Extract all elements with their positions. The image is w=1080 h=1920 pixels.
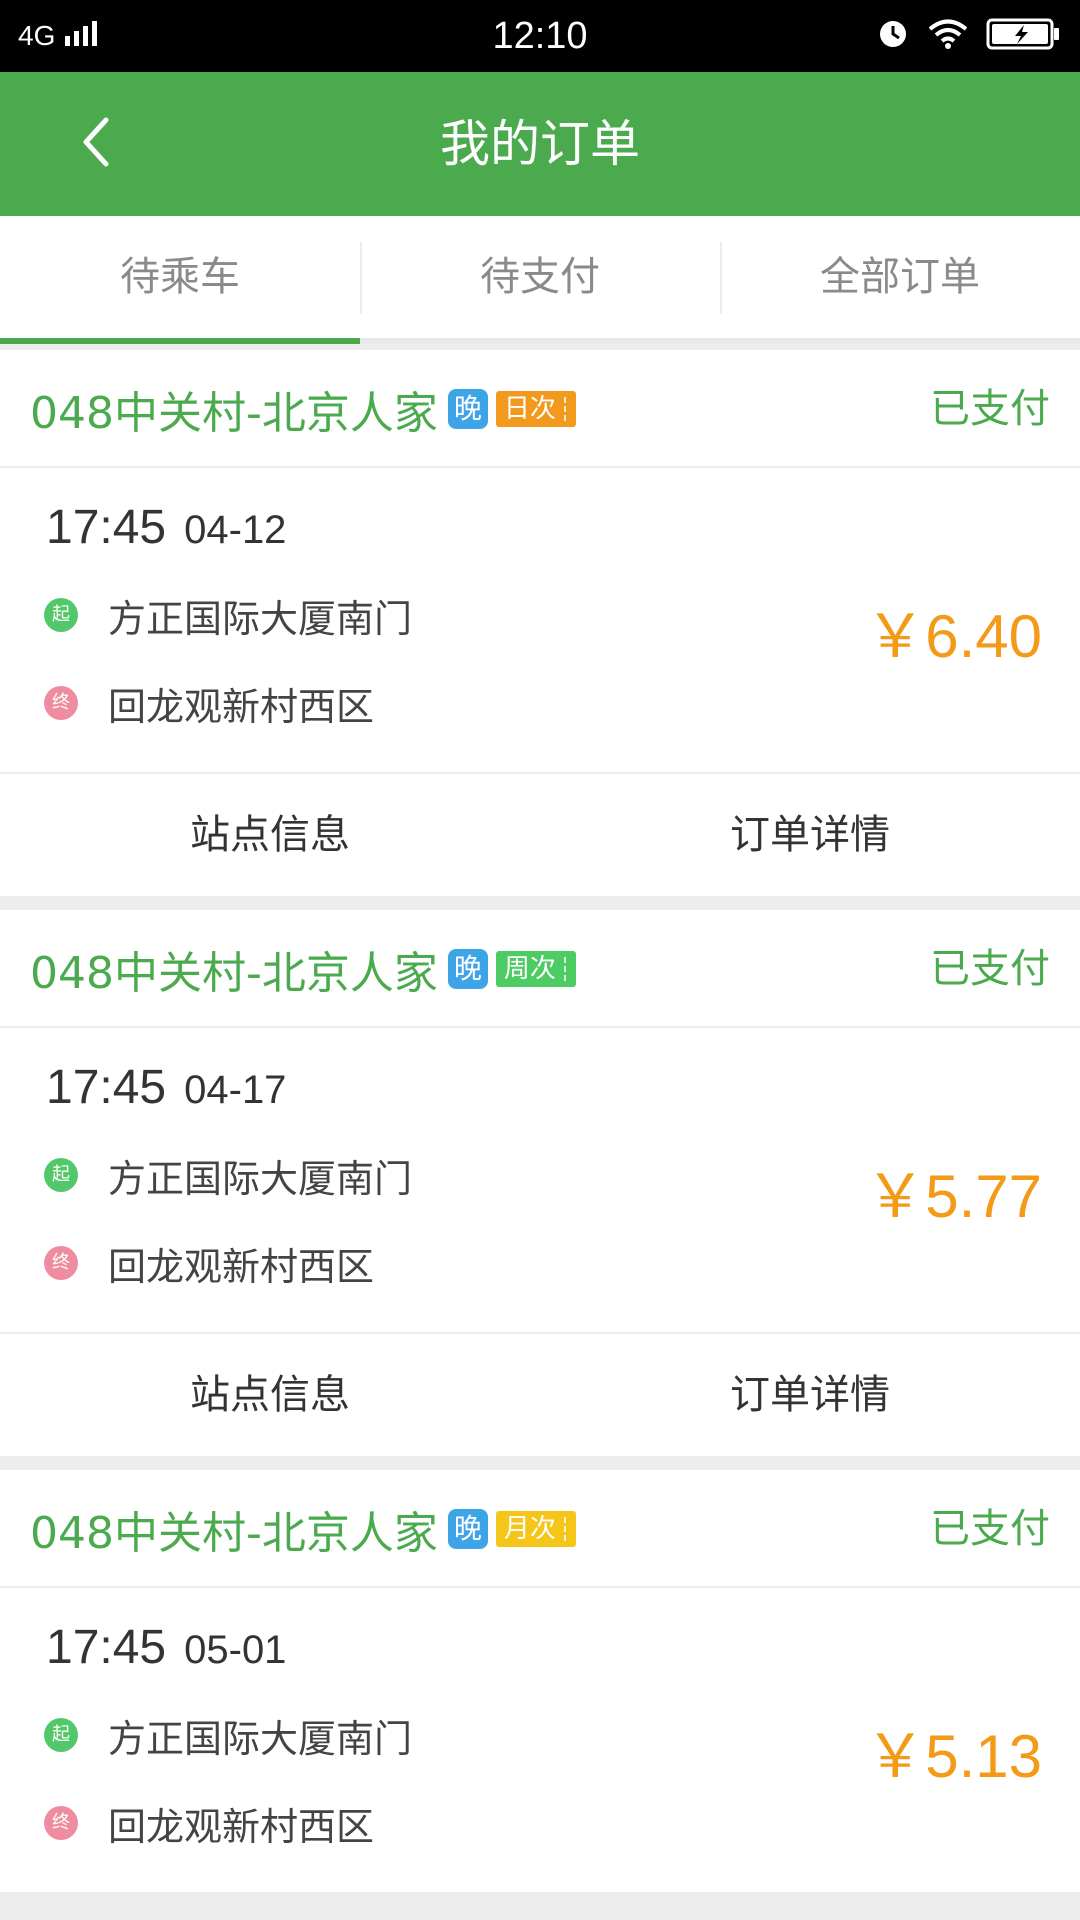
status-bar: 4G 12:10 <box>0 0 1080 72</box>
app-header: 我的订单 <box>0 72 1080 216</box>
route-info: 048中关村-北京人家 晚 周次 <box>30 910 576 1028</box>
start-badge-icon: 起 <box>44 598 78 632</box>
start-stop-name: 方正国际大厦南门 <box>108 596 413 641</box>
departure: 17:45 04-17 <box>46 1060 286 1115</box>
order-price: ￥5.13 <box>865 1723 1042 1790</box>
station-info-button[interactable]: 站点信息 <box>0 1334 540 1456</box>
battery-charging-icon <box>986 17 1062 55</box>
order-status: 已支付 <box>930 1506 1050 1552</box>
order-card[interactable]: 048中关村-北京人家 晚 月次 已支付 17:45 05-01 起 方正国际大厦… <box>0 1470 1080 1894</box>
order-header: 048中关村-北京人家 晚 日次 已支付 <box>0 350 1080 468</box>
order-actions: 站点信息 订单详情 <box>0 774 1080 896</box>
order-body: 17:45 05-01 起 方正国际大厦南门 终 回龙观新村西区 ￥5.13 <box>0 1588 1080 1894</box>
route-info: 048中关村-北京人家 晚 月次 <box>30 1470 576 1588</box>
evening-tag: 晚 <box>447 389 488 429</box>
start-stop: 起 方正国际大厦南门 <box>44 1710 413 1761</box>
end-stop-name: 回龙观新村西区 <box>108 1244 375 1289</box>
ticket-type-tag: 月次 <box>495 1511 576 1547</box>
end-badge-icon: 终 <box>44 686 78 720</box>
order-card[interactable]: 048中关村-北京人家 晚 周次 已支付 17:45 04-17 起 方正国际大厦… <box>0 910 1080 1456</box>
start-badge-icon: 起 <box>44 1158 78 1192</box>
evening-tag: 晚 <box>447 949 488 989</box>
departure-date: 05-01 <box>184 1628 287 1672</box>
order-status: 已支付 <box>930 946 1050 992</box>
departure: 17:45 05-01 <box>46 1620 286 1675</box>
start-badge-icon: 起 <box>44 1718 78 1752</box>
alarm-icon <box>876 17 910 55</box>
active-tab-indicator <box>0 338 360 344</box>
end-badge-icon: 终 <box>44 1806 78 1840</box>
route-name: 048中关村-北京人家 <box>30 388 438 439</box>
departure: 17:45 04-12 <box>46 500 286 555</box>
start-stop-name: 方正国际大厦南门 <box>108 1156 413 1201</box>
route-name: 048中关村-北京人家 <box>30 948 438 999</box>
end-stop: 终 回龙观新村西区 <box>44 678 375 729</box>
departure-date: 04-17 <box>184 1068 287 1112</box>
tab-label: 待支付 <box>480 254 600 300</box>
station-info-button[interactable]: 站点信息 <box>0 774 540 896</box>
order-price: ￥6.40 <box>865 603 1042 670</box>
tab-pending-payment[interactable]: 待支付 <box>360 216 720 338</box>
tab-label: 全部订单 <box>820 254 980 300</box>
start-stop: 起 方正国际大厦南门 <box>44 590 413 641</box>
order-header: 048中关村-北京人家 晚 月次 已支付 <box>0 1470 1080 1588</box>
order-header: 048中关村-北京人家 晚 周次 已支付 <box>0 910 1080 1028</box>
start-stop: 起 方正国际大厦南门 <box>44 1150 413 1201</box>
tab-pending-ride[interactable]: 待乘车 <box>0 216 360 344</box>
status-right <box>876 0 1062 72</box>
tab-label: 待乘车 <box>120 254 240 300</box>
order-detail-button[interactable]: 订单详情 <box>540 774 1080 896</box>
order-body: 17:45 04-17 起 方正国际大厦南门 终 回龙观新村西区 ￥5.77 <box>0 1028 1080 1334</box>
departure-time: 17:45 <box>46 501 167 554</box>
ticket-type-tag: 周次 <box>495 951 576 987</box>
order-actions: 站点信息 订单详情 <box>0 1334 1080 1456</box>
order-status: 已支付 <box>930 386 1050 432</box>
ticket-type-tag: 日次 <box>495 391 576 427</box>
departure-time: 17:45 <box>46 1061 167 1114</box>
end-badge-icon: 终 <box>44 1246 78 1280</box>
wifi-icon <box>928 18 968 54</box>
order-detail-button[interactable]: 订单详情 <box>540 1334 1080 1456</box>
route-name: 048中关村-北京人家 <box>30 1508 438 1559</box>
order-card[interactable]: 048中关村-北京人家 晚 日次 已支付 17:45 04-12 起 方正国际大厦… <box>0 350 1080 896</box>
tab-all-orders[interactable]: 全部订单 <box>720 216 1080 338</box>
departure-time: 17:45 <box>46 1621 167 1674</box>
order-body: 17:45 04-12 起 方正国际大厦南门 终 回龙观新村西区 ￥6.40 <box>0 468 1080 774</box>
end-stop-name: 回龙观新村西区 <box>108 1804 375 1849</box>
start-stop-name: 方正国际大厦南门 <box>108 1716 413 1761</box>
evening-tag: 晚 <box>447 1509 488 1549</box>
end-stop-name: 回龙观新村西区 <box>108 684 375 729</box>
page-title: 我的订单 <box>440 115 640 173</box>
end-stop: 终 回龙观新村西区 <box>44 1798 375 1849</box>
order-tabs: 待乘车 待支付 全部订单 <box>0 216 1080 344</box>
order-price: ￥5.77 <box>865 1163 1042 1230</box>
order-list: 048中关村-北京人家 晚 日次 已支付 17:45 04-12 起 方正国际大厦… <box>0 350 1080 1908</box>
end-stop: 终 回龙观新村西区 <box>44 1238 375 1289</box>
departure-date: 04-12 <box>184 508 287 552</box>
route-info: 048中关村-北京人家 晚 日次 <box>30 350 576 468</box>
